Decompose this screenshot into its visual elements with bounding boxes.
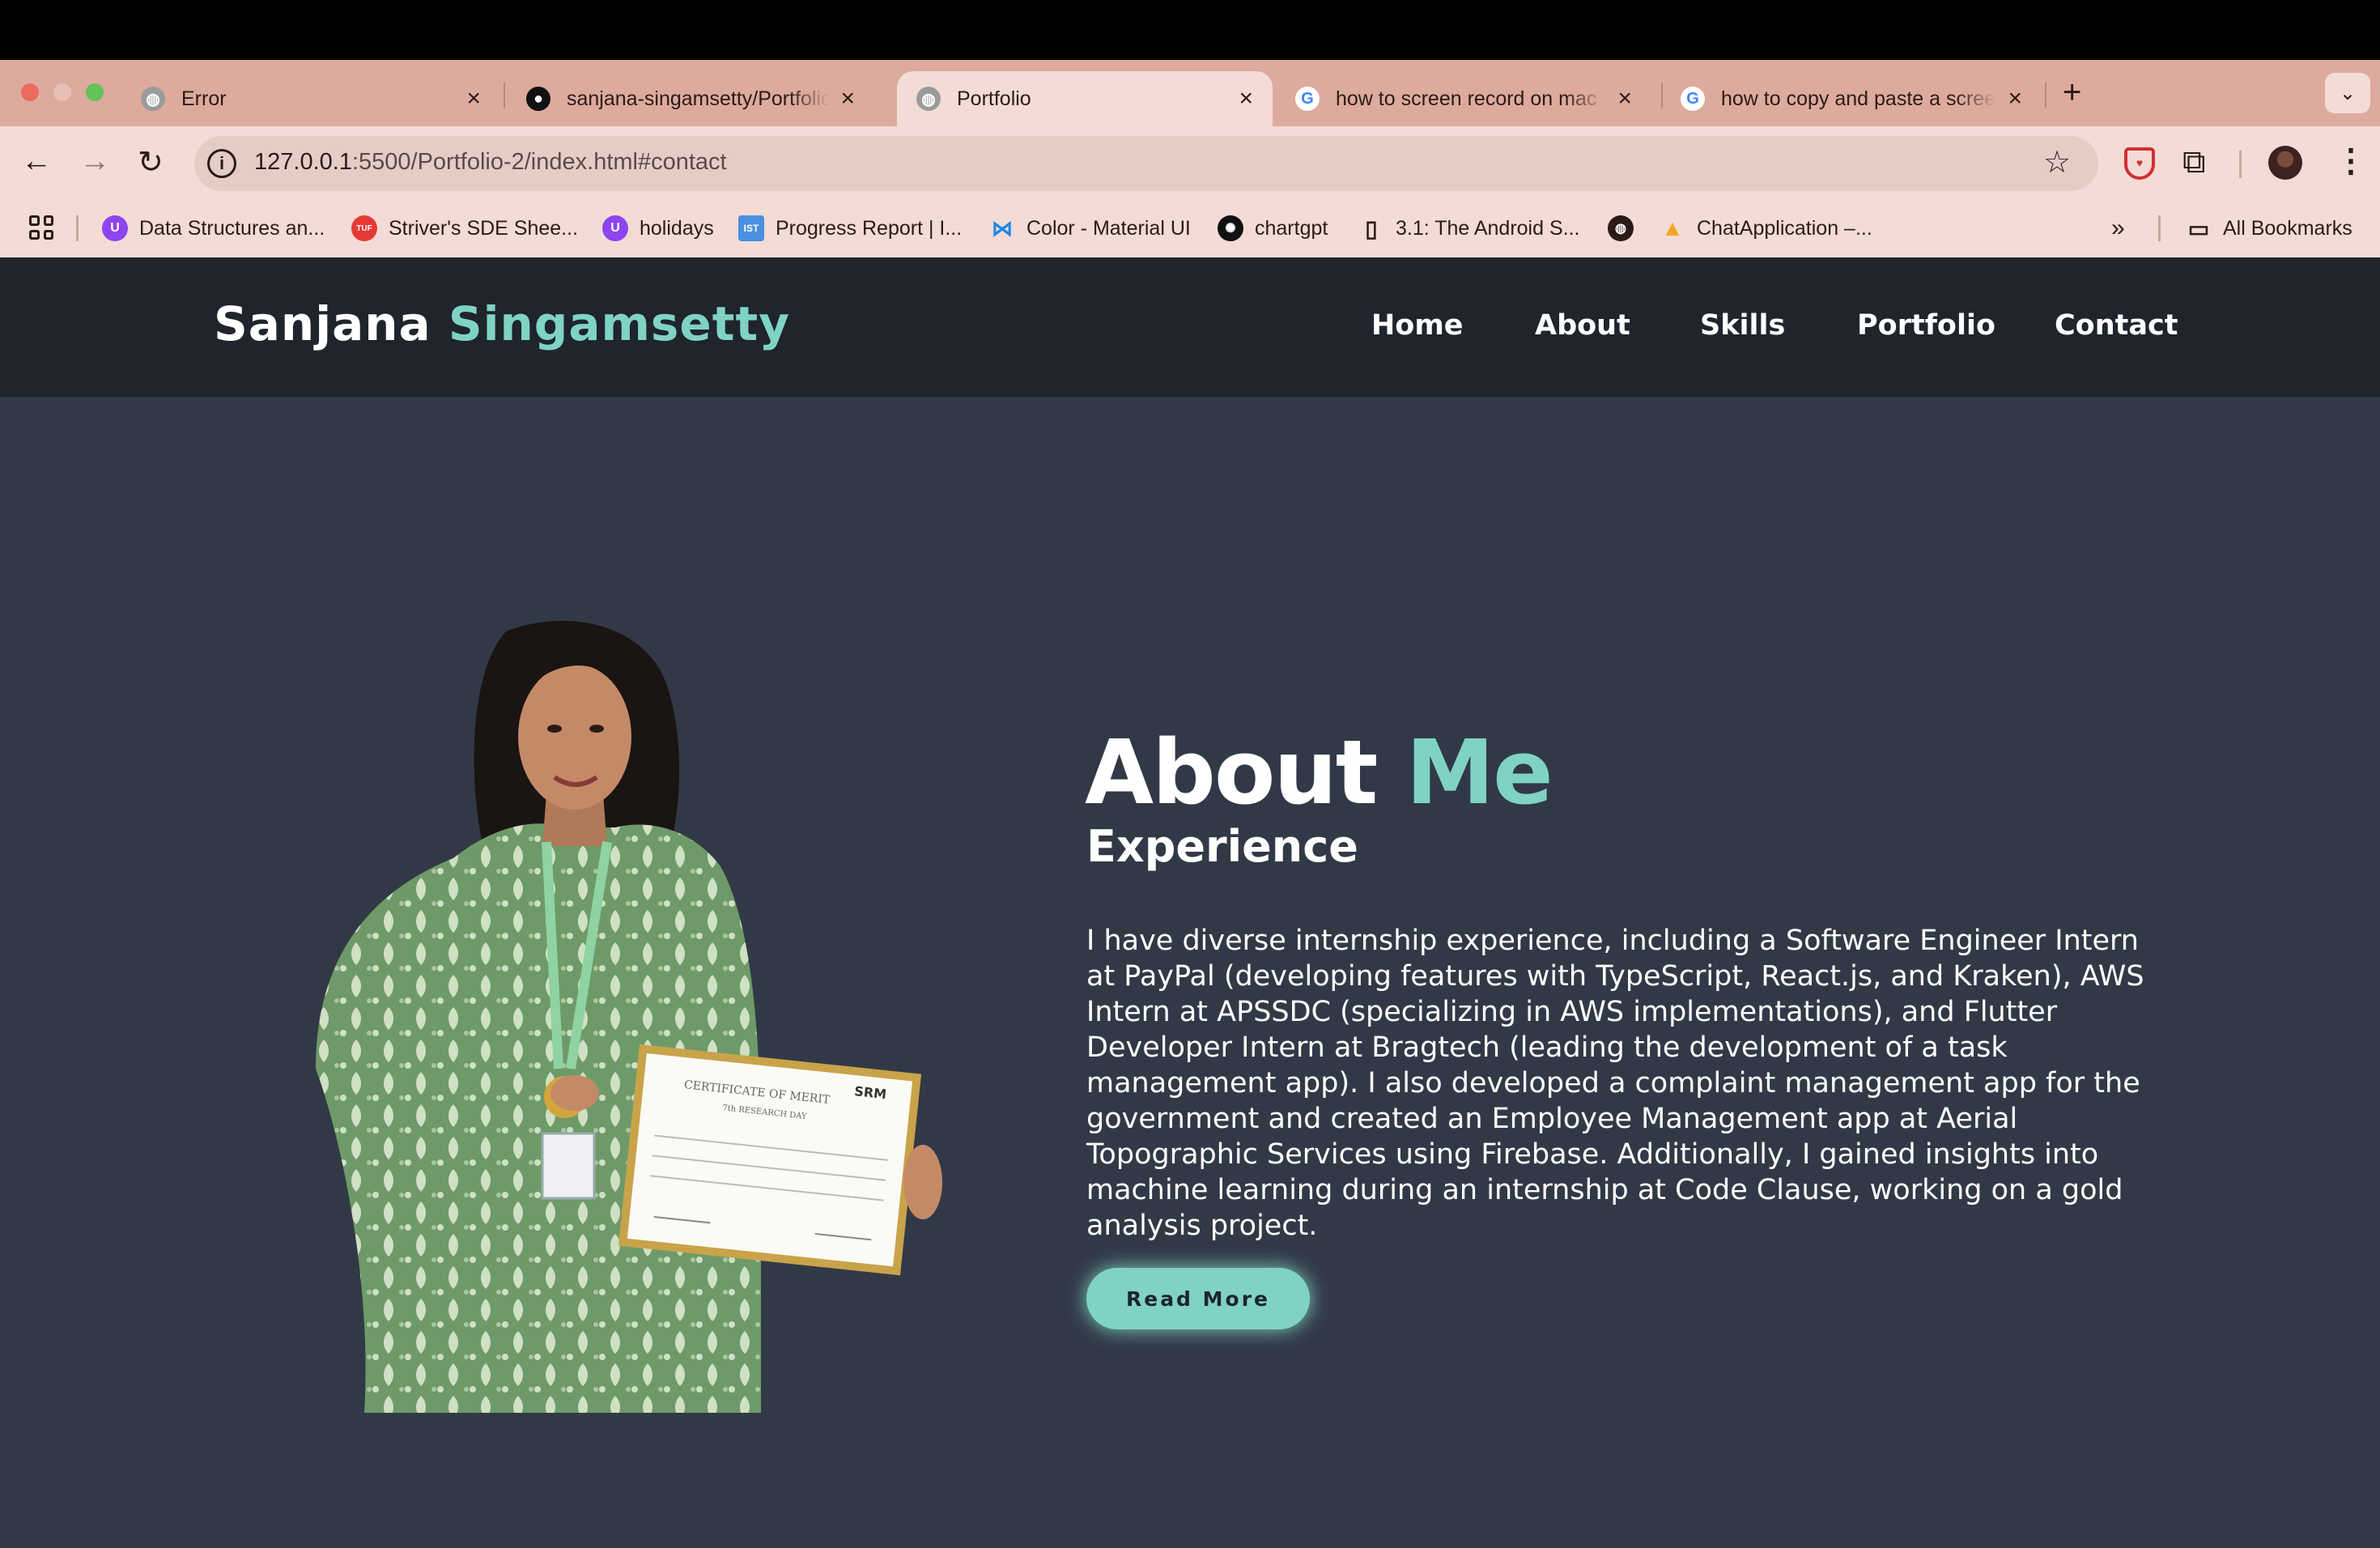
globe-icon: ◍ [916, 87, 941, 111]
close-icon[interactable]: × [1239, 85, 1253, 113]
close-window-button[interactable] [21, 83, 39, 101]
menu-kebab-icon[interactable]: ⋮ [2335, 142, 2367, 180]
profile-avatar[interactable] [2268, 146, 2302, 180]
close-icon[interactable]: × [1617, 85, 1632, 113]
tab-google-screen-record[interactable]: G how to screen record on mac × [1276, 71, 1651, 126]
openai-icon: ✺ [1218, 215, 1243, 241]
globe-icon: ◍ [1608, 215, 1634, 241]
u-icon: U [102, 215, 128, 241]
ist-icon: IST [738, 215, 764, 241]
read-more-button[interactable]: Read More [1086, 1268, 1310, 1329]
tuf-icon: TUF [351, 215, 377, 241]
tab-github[interactable]: ● sanjana-singamsetty/Portfolio-2 × [507, 71, 874, 126]
globe-icon: ◍ [141, 87, 165, 111]
new-tab-button[interactable]: + [2063, 74, 2081, 111]
book-icon: ▯ [1365, 215, 1378, 241]
bookmark-item[interactable]: ▲ ChatApplication –... [1660, 212, 1872, 245]
tab-title: Error [181, 87, 227, 110]
site-info-icon[interactable]: i [207, 149, 236, 178]
firebase-icon: ▲ [1661, 215, 1684, 240]
tab-error[interactable]: ◍ Error × [121, 71, 500, 126]
profile-photo: CERTIFICATE OF MERIT 7th RESEARCH DAY SR… [316, 620, 942, 1413]
tab-title: sanjana-singamsetty/Portfolio-2 [567, 87, 830, 110]
screen-top-bar [0, 0, 2380, 60]
bookmark-item[interactable]: U Data Structures an... [102, 212, 325, 245]
bookmark-item[interactable]: ✺ chartgpt [1218, 212, 1328, 245]
nav-about[interactable]: About [1535, 309, 1630, 342]
extensions-puzzle-icon[interactable]: ⧉ [2182, 144, 2206, 181]
bookmark-item[interactable]: TUF Striver's SDE Shee... [351, 212, 578, 245]
tab-separator [504, 83, 505, 108]
github-icon: ● [526, 87, 550, 111]
bookmarks-overflow-button[interactable]: » [2111, 212, 2125, 245]
tab-title: how to screen record on mac [1336, 87, 1597, 110]
reload-icon[interactable]: ↻ [138, 144, 164, 181]
google-icon: G [1295, 87, 1320, 111]
bookmark-item[interactable]: ⋈ Color - Material UI [989, 212, 1191, 245]
tab-search-button[interactable]: ⌄ [2325, 73, 2370, 113]
forward-arrow-icon[interactable]: → [79, 144, 110, 179]
back-arrow-icon[interactable]: ← [21, 144, 52, 179]
minimize-window-button[interactable] [53, 83, 71, 101]
about-heading: About Me [1085, 721, 1553, 824]
tab-google-copy-paste[interactable]: G how to copy and paste a screenshot × [1661, 71, 2042, 126]
tab-portfolio[interactable]: ◍ Portfolio × [897, 71, 1273, 126]
shield-extension-icon[interactable]: ♥ [2124, 147, 2155, 180]
bookmark-item[interactable]: U holidays [602, 212, 714, 245]
url-text[interactable]: 127.0.0.1:5500/Portfolio-2/index.html#co… [254, 149, 727, 176]
bookmark-item[interactable]: ▯ 3.1: The Android S... [1358, 212, 1579, 245]
folder-icon: ▭ [2187, 215, 2210, 241]
about-subheading: Experience [1086, 821, 1358, 872]
bookmark-item[interactable]: ◍ [1608, 212, 1645, 245]
tab-title: how to copy and paste a screenshot [1721, 87, 1996, 110]
apps-grid-icon[interactable] [29, 215, 53, 240]
about-paragraph: I have diverse internship experience, in… [1086, 925, 2144, 1242]
u-icon: U [602, 215, 628, 241]
tab-separator [2045, 83, 2046, 108]
bookmarks-separator [2158, 215, 2161, 241]
bookmarks-separator [76, 215, 79, 241]
nav-skills[interactable]: Skills [1700, 309, 1785, 342]
close-icon[interactable]: × [466, 85, 481, 113]
zoom-window-button[interactable] [86, 83, 104, 101]
all-bookmarks-button[interactable]: ▭ All Bookmarks [2186, 212, 2352, 245]
nav-portfolio[interactable]: Portfolio [1857, 309, 1995, 342]
tab-title: Portfolio [957, 87, 1031, 110]
close-icon[interactable]: × [2008, 85, 2022, 113]
site-logo[interactable]: Sanjana Singamsetty [214, 296, 790, 351]
nav-contact[interactable]: Contact [2055, 309, 2178, 342]
nav-home[interactable]: Home [1371, 309, 1464, 342]
mui-icon: ⋈ [992, 215, 1013, 240]
toolbar-separator [2239, 151, 2242, 178]
bookmark-star-icon[interactable]: ☆ [2043, 144, 2071, 181]
google-icon: G [1681, 87, 1705, 111]
bookmark-item[interactable]: IST Progress Report | I... [738, 212, 962, 245]
close-icon[interactable]: × [840, 85, 855, 113]
